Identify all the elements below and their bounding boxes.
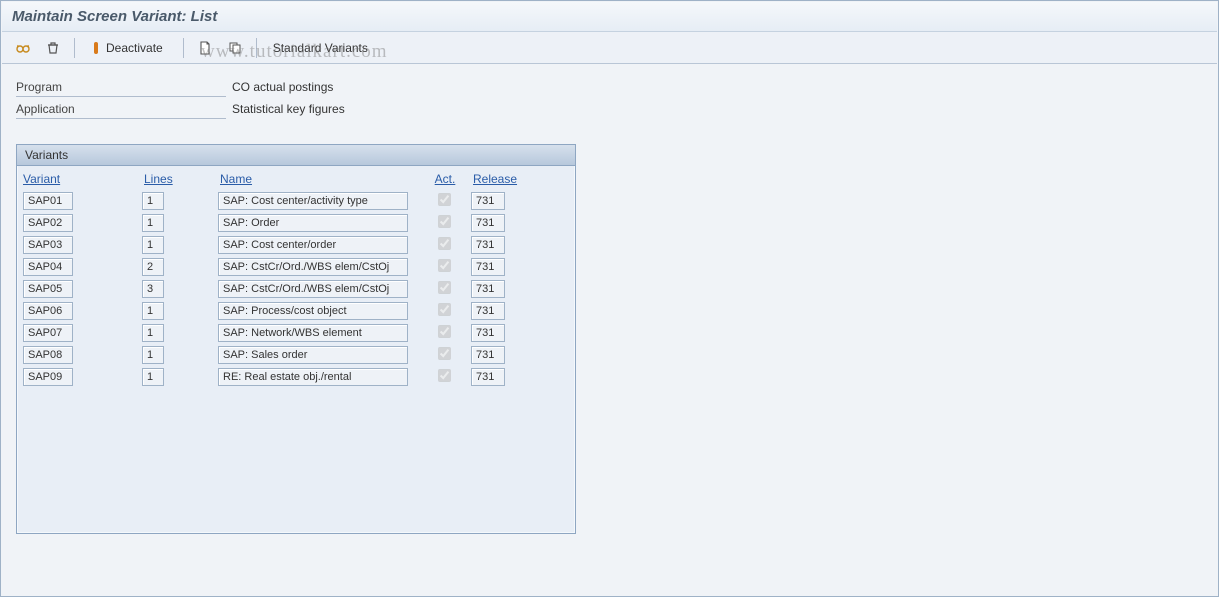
cell-act-checkbox[interactable] xyxy=(438,281,451,294)
variants-panel: Variants Variant Lines Name Act. Release… xyxy=(16,144,576,534)
table-row[interactable]: SAP01 1 SAP: Cost center/activity type 731 xyxy=(21,190,571,212)
table-row[interactable]: SAP04 2 SAP: CstCr/Ord./WBS elem/CstOj 731 xyxy=(21,256,571,278)
cell-release[interactable]: 731 xyxy=(471,368,505,386)
cell-act-checkbox[interactable] xyxy=(438,259,451,272)
deactivate-button[interactable]: Deactivate xyxy=(85,37,173,59)
separator xyxy=(74,38,75,58)
cell-act-checkbox[interactable] xyxy=(438,325,451,338)
cell-variant[interactable]: SAP03 xyxy=(23,236,73,254)
cell-variant[interactable]: SAP07 xyxy=(23,324,73,342)
separator xyxy=(256,38,257,58)
cell-name[interactable]: SAP: Order xyxy=(218,214,408,232)
table-row[interactable]: SAP06 1 SAP: Process/cost object 731 xyxy=(21,300,571,322)
trash-icon[interactable] xyxy=(42,37,64,59)
cell-variant[interactable]: SAP05 xyxy=(23,280,73,298)
glasses-icon[interactable] xyxy=(12,37,34,59)
cell-variant[interactable]: SAP04 xyxy=(23,258,73,276)
col-header-name[interactable]: Name xyxy=(218,172,423,186)
table-row[interactable]: SAP05 3 SAP: CstCr/Ord./WBS elem/CstOj 731 xyxy=(21,278,571,300)
cell-release[interactable]: 731 xyxy=(471,346,505,364)
table-row[interactable]: SAP02 1 SAP: Order 731 xyxy=(21,212,571,234)
col-header-act[interactable]: Act. xyxy=(429,172,459,186)
application-label: Application xyxy=(16,99,226,119)
copy-icon[interactable] xyxy=(224,37,246,59)
cell-lines[interactable]: 2 xyxy=(142,258,164,276)
cell-name[interactable]: SAP: Network/WBS element xyxy=(218,324,408,342)
grid-header-row: Variant Lines Name Act. Release xyxy=(21,168,571,190)
cell-variant[interactable]: SAP01 xyxy=(23,192,73,210)
application-value: Statistical key figures xyxy=(226,100,351,118)
cell-variant[interactable]: SAP02 xyxy=(23,214,73,232)
form-area: Program CO actual postings Application S… xyxy=(2,64,1217,126)
cell-act-checkbox[interactable] xyxy=(438,237,451,250)
cell-name[interactable]: RE: Real estate obj./rental xyxy=(218,368,408,386)
page-title: Maintain Screen Variant: List xyxy=(12,8,1207,25)
cell-lines[interactable]: 1 xyxy=(142,236,164,254)
col-header-variant[interactable]: Variant xyxy=(21,172,136,186)
cell-release[interactable]: 731 xyxy=(471,214,505,232)
cell-lines[interactable]: 1 xyxy=(142,192,164,210)
cell-variant[interactable]: SAP09 xyxy=(23,368,73,386)
cell-name[interactable]: SAP: Cost center/order xyxy=(218,236,408,254)
cell-lines[interactable]: 1 xyxy=(142,214,164,232)
variants-grid: Variant Lines Name Act. Release SAP011SA… xyxy=(17,166,575,390)
cell-act-checkbox[interactable] xyxy=(438,369,451,382)
cell-act-checkbox[interactable] xyxy=(438,215,451,228)
table-row[interactable]: SAP03 1 SAP: Cost center/order 731 xyxy=(21,234,571,256)
form-row-program: Program CO actual postings xyxy=(16,76,1203,98)
cell-release[interactable]: 731 xyxy=(471,192,505,210)
grid-body: SAP011SAP: Cost center/activity type731S… xyxy=(21,190,571,388)
form-row-application: Application Statistical key figures xyxy=(16,98,1203,120)
deactivate-icon xyxy=(91,41,101,55)
cell-lines[interactable]: 1 xyxy=(142,324,164,342)
col-header-lines[interactable]: Lines xyxy=(142,172,212,186)
cell-release[interactable]: 731 xyxy=(471,280,505,298)
cell-act-checkbox[interactable] xyxy=(438,347,451,360)
cell-name[interactable]: SAP: Sales order xyxy=(218,346,408,364)
cell-lines[interactable]: 1 xyxy=(142,302,164,320)
separator xyxy=(183,38,184,58)
cell-release[interactable]: 731 xyxy=(471,236,505,254)
cell-variant[interactable]: SAP08 xyxy=(23,346,73,364)
panel-title: Variants xyxy=(17,145,575,166)
cell-release[interactable]: 731 xyxy=(471,258,505,276)
cell-variant[interactable]: SAP06 xyxy=(23,302,73,320)
cell-lines[interactable]: 1 xyxy=(142,346,164,364)
standard-variants-label: Standard Variants xyxy=(273,41,368,55)
program-value: CO actual postings xyxy=(226,78,339,96)
cell-lines[interactable]: 3 xyxy=(142,280,164,298)
cell-name[interactable]: SAP: CstCr/Ord./WBS elem/CstOj xyxy=(218,280,408,298)
table-row[interactable]: SAP09 1 RE: Real estate obj./rental 731 xyxy=(21,366,571,388)
cell-name[interactable]: SAP: CstCr/Ord./WBS elem/CstOj xyxy=(218,258,408,276)
cell-release[interactable]: 731 xyxy=(471,302,505,320)
cell-lines[interactable]: 1 xyxy=(142,368,164,386)
deactivate-label: Deactivate xyxy=(106,41,163,55)
cell-act-checkbox[interactable] xyxy=(438,303,451,316)
new-doc-icon[interactable] xyxy=(194,37,216,59)
col-header-release[interactable]: Release xyxy=(471,172,531,186)
standard-variants-button[interactable]: Standard Variants xyxy=(267,37,378,59)
cell-act-checkbox[interactable] xyxy=(438,193,451,206)
title-bar: Maintain Screen Variant: List xyxy=(2,2,1217,32)
table-row[interactable]: SAP08 1 SAP: Sales order 731 xyxy=(21,344,571,366)
program-label: Program xyxy=(16,77,226,97)
toolbar: Deactivate Standard Variants xyxy=(2,32,1217,64)
cell-name[interactable]: SAP: Process/cost object xyxy=(218,302,408,320)
cell-name[interactable]: SAP: Cost center/activity type xyxy=(218,192,408,210)
cell-release[interactable]: 731 xyxy=(471,324,505,342)
table-row[interactable]: SAP07 1 SAP: Network/WBS element 731 xyxy=(21,322,571,344)
